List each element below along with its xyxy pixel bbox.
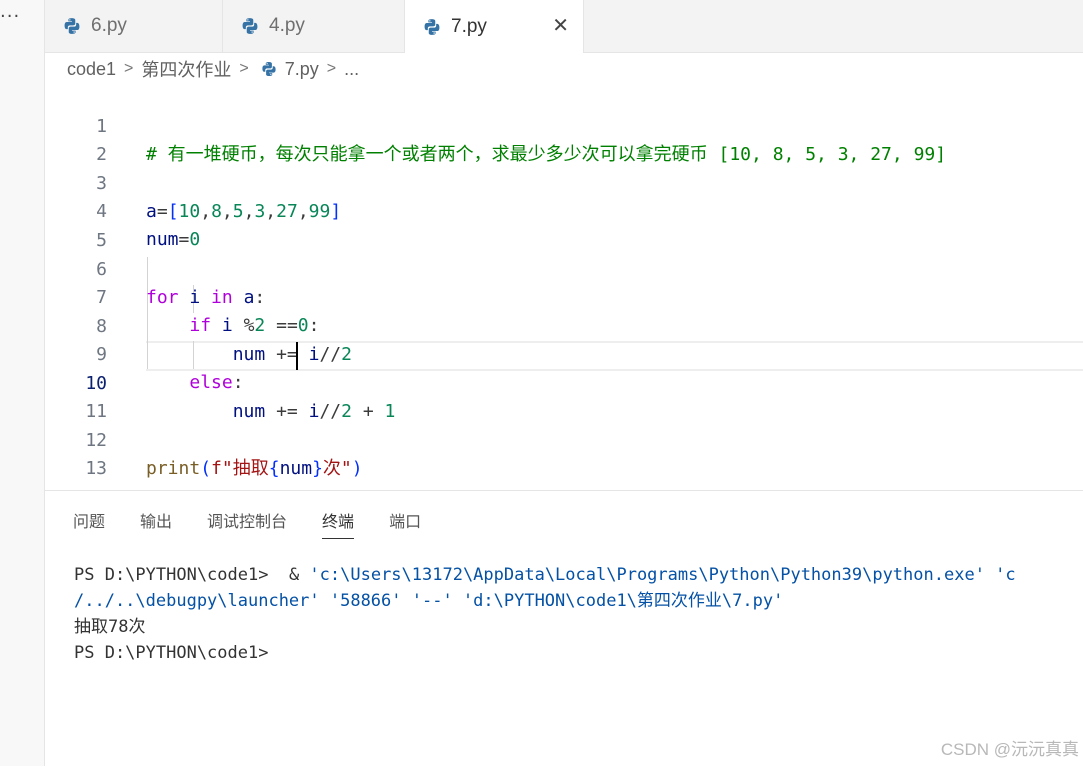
- tab-ports[interactable]: 端口: [389, 508, 421, 539]
- breadcrumb-root[interactable]: code1: [67, 59, 116, 80]
- terminal-line: /../..\debugpy\launcher' '58866' '--' 'd…: [74, 588, 1083, 614]
- code-token: f"抽取: [211, 458, 269, 479]
- editor-tab-bar: 6.py 4.py 7.py ✕: [45, 0, 1083, 53]
- tab-6py[interactable]: 6.py: [45, 0, 223, 52]
- code-line: 6 for i in a:: [45, 228, 1083, 308]
- code-line: 7 if i %2 ==0:: [45, 256, 1083, 336]
- tab-debug-console[interactable]: 调试控制台: [207, 508, 287, 539]
- code-editor[interactable]: 1 # 有一堆硬币，每次只能拿一个或者两个，求最少多少次可以拿完硬币 [10, …: [45, 85, 1083, 485]
- terminal-output[interactable]: PS D:\PYTHON\code1> & 'c:\Users\13172\Ap…: [74, 562, 1083, 666]
- code-token: ): [351, 458, 363, 479]
- code-line-current: 10 num += i//2 + 1: [45, 342, 1083, 422]
- terminal-prompt: PS D:\PYTHON\code1>: [74, 565, 279, 585]
- code-line: 2: [45, 113, 1083, 165]
- code-line: 13: [45, 427, 1083, 479]
- code-line: 11: [45, 370, 1083, 422]
- tab-4py[interactable]: 4.py: [223, 0, 405, 52]
- tab-label: 7.py: [451, 15, 487, 37]
- chevron-right-icon: >: [124, 60, 134, 77]
- terminal-path: /../..\debugpy\launcher' '58866' '--' 'd…: [74, 591, 784, 611]
- more-icon[interactable]: ···: [0, 8, 20, 26]
- code-token: 次": [322, 458, 352, 479]
- python-file-icon: [64, 18, 80, 34]
- code-token: num: [279, 458, 313, 479]
- code-token: print: [146, 458, 201, 479]
- tab-7py[interactable]: 7.py ✕: [405, 0, 584, 53]
- code-line: 4 num=0: [45, 170, 1083, 250]
- tab-output[interactable]: 输出: [140, 508, 172, 539]
- line-number: 13: [85, 458, 107, 479]
- chevron-right-icon: >: [239, 60, 249, 77]
- terminal-line: PS D:\PYTHON\code1> & 'c:\Users\13172\Ap…: [74, 562, 1083, 588]
- code-line: 3 a=[10,8,5,3,27,99]: [45, 142, 1083, 222]
- terminal-path: 'c:\Users\13172\AppData\Local\Programs\P…: [309, 565, 1016, 585]
- chevron-right-icon: >: [326, 60, 337, 77]
- breadcrumb-more[interactable]: ...: [344, 59, 359, 80]
- breadcrumb-file[interactable]: 7.py: [285, 59, 319, 80]
- code-line: 12 print(f"抽取{num}次"): [45, 399, 1083, 479]
- bottom-panel: 问题 输出 调试控制台 终端 端口 PS D:\PYTHON\code1> & …: [45, 490, 1083, 767]
- python-file-icon: [242, 18, 258, 34]
- terminal-command: &: [278, 565, 310, 585]
- tab-label: 6.py: [91, 15, 127, 36]
- tab-terminal[interactable]: 终端: [322, 508, 355, 539]
- code-line: 9 else:: [45, 313, 1083, 393]
- code-line: 5: [45, 199, 1083, 251]
- watermark: CSDN @沅沅真真: [940, 740, 1079, 759]
- tab-label: 4.py: [269, 15, 305, 36]
- code-token: (: [200, 458, 212, 479]
- code-token: {: [268, 458, 280, 479]
- code-line: 1 # 有一堆硬币，每次只能拿一个或者两个，求最少多少次可以拿完硬币 [10, …: [45, 85, 1083, 165]
- python-file-icon: [424, 18, 440, 35]
- terminal-line: 抽取78次: [74, 617, 146, 637]
- close-icon[interactable]: ✕: [552, 16, 569, 36]
- tab-problems[interactable]: 问题: [73, 508, 105, 539]
- terminal-line: PS D:\PYTHON\code1>: [74, 643, 279, 663]
- python-file-icon: [262, 62, 276, 76]
- breadcrumb: code1 > 第四次作业 > 7.py > ...: [67, 57, 359, 81]
- code-line: 8 num += i//2: [45, 285, 1083, 365]
- code-token: }: [312, 458, 323, 479]
- breadcrumb-folder[interactable]: 第四次作业: [141, 56, 231, 82]
- text-cursor: [296, 342, 298, 370]
- activity-gutter: ···: [0, 0, 45, 766]
- panel-tabs: 问题 输出 调试控制台 终端 端口: [73, 508, 456, 539]
